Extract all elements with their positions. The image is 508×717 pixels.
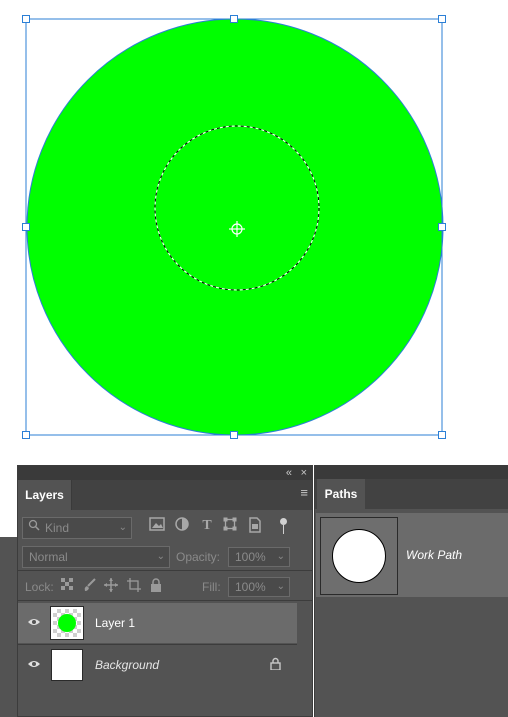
fill-value: 100% bbox=[235, 580, 266, 594]
handle-middle-left bbox=[22, 223, 30, 231]
panel-title-bar bbox=[18, 466, 312, 480]
eye-icon[interactable] bbox=[26, 615, 42, 631]
layer-row-background[interactable]: Background bbox=[18, 644, 297, 684]
lock-all-icon[interactable] bbox=[150, 578, 162, 596]
lock-transparent-pixels-icon[interactable] bbox=[61, 578, 74, 595]
handle-bottom-left bbox=[22, 431, 30, 439]
lock-artboard-icon[interactable] bbox=[127, 578, 141, 596]
blend-mode-value: Normal bbox=[29, 550, 68, 564]
filter-toggle-icon[interactable] bbox=[280, 518, 287, 525]
close-panel-icon[interactable]: × bbox=[301, 466, 307, 480]
divider bbox=[18, 570, 312, 571]
layer-thumbnail bbox=[50, 606, 84, 640]
opacity-value: 100% bbox=[235, 550, 266, 564]
layer-row-layer-1[interactable]: Layer 1 bbox=[18, 603, 297, 643]
fill-input[interactable]: 100% ⌄ bbox=[228, 577, 290, 597]
divider bbox=[18, 600, 312, 601]
search-icon bbox=[28, 519, 40, 534]
filter-adjustment-layers-icon[interactable] bbox=[174, 517, 190, 535]
filter-kind-value: Kind bbox=[45, 521, 70, 535]
handle-bottom-right bbox=[438, 431, 446, 439]
panel-title-bar bbox=[315, 465, 508, 479]
handle-top-center bbox=[230, 15, 238, 23]
chevron-down-icon: ⌄ bbox=[118, 522, 127, 533]
layer-name[interactable]: Background bbox=[95, 657, 159, 673]
panel-menu-icon[interactable]: ≡ bbox=[300, 486, 308, 500]
filter-shape-layers-icon[interactable] bbox=[222, 517, 238, 535]
handle-bottom-center bbox=[230, 431, 238, 439]
paths-panel: Paths Work Path bbox=[314, 465, 508, 717]
chevron-down-icon: ⌄ bbox=[276, 581, 285, 592]
opacity-input[interactable]: 100% ⌄ bbox=[228, 547, 290, 567]
layer-thumbnail bbox=[51, 649, 83, 681]
filter-pixel-layers-icon[interactable] bbox=[149, 517, 165, 535]
layers-panel: « × Layers ≡ Kind ⌄ T Normal ⌄ Opacity: … bbox=[17, 465, 313, 717]
opacity-label: Opacity: bbox=[176, 550, 221, 564]
lock-icon bbox=[270, 657, 281, 674]
path-row-work-path[interactable]: Work Path bbox=[316, 513, 508, 597]
document-canvas[interactable] bbox=[0, 0, 508, 460]
green-circle-shape bbox=[26, 18, 444, 436]
handle-top-right bbox=[438, 15, 446, 23]
workspace-background bbox=[0, 537, 18, 717]
lock-label: Lock: bbox=[25, 580, 54, 594]
canvas-artwork bbox=[22, 15, 446, 439]
path-thumbnail bbox=[320, 517, 398, 595]
eye-icon[interactable] bbox=[26, 657, 42, 673]
filter-type-layers-icon[interactable]: T bbox=[199, 517, 215, 535]
path-thumbnail-circle bbox=[332, 529, 386, 583]
filter-smart-objects-icon[interactable] bbox=[247, 517, 263, 535]
tab-paths[interactable]: Paths bbox=[317, 479, 365, 509]
thumbnail-green-circle bbox=[58, 614, 76, 632]
chevron-down-icon: ⌄ bbox=[156, 551, 165, 562]
handle-top-left bbox=[22, 15, 30, 23]
layer-name[interactable]: Layer 1 bbox=[95, 615, 135, 631]
blend-mode-select[interactable]: Normal ⌄ bbox=[22, 546, 170, 568]
fill-label: Fill: bbox=[202, 580, 221, 594]
lock-position-icon[interactable] bbox=[104, 578, 118, 596]
handle-middle-right bbox=[438, 223, 446, 231]
path-name[interactable]: Work Path bbox=[406, 547, 462, 563]
chevron-down-icon: ⌄ bbox=[276, 551, 285, 562]
filter-toggle-stem bbox=[283, 525, 284, 534]
lock-image-pixels-icon[interactable] bbox=[83, 578, 97, 596]
collapse-panels-icon[interactable]: « bbox=[286, 466, 292, 480]
tab-layers[interactable]: Layers bbox=[18, 480, 72, 510]
